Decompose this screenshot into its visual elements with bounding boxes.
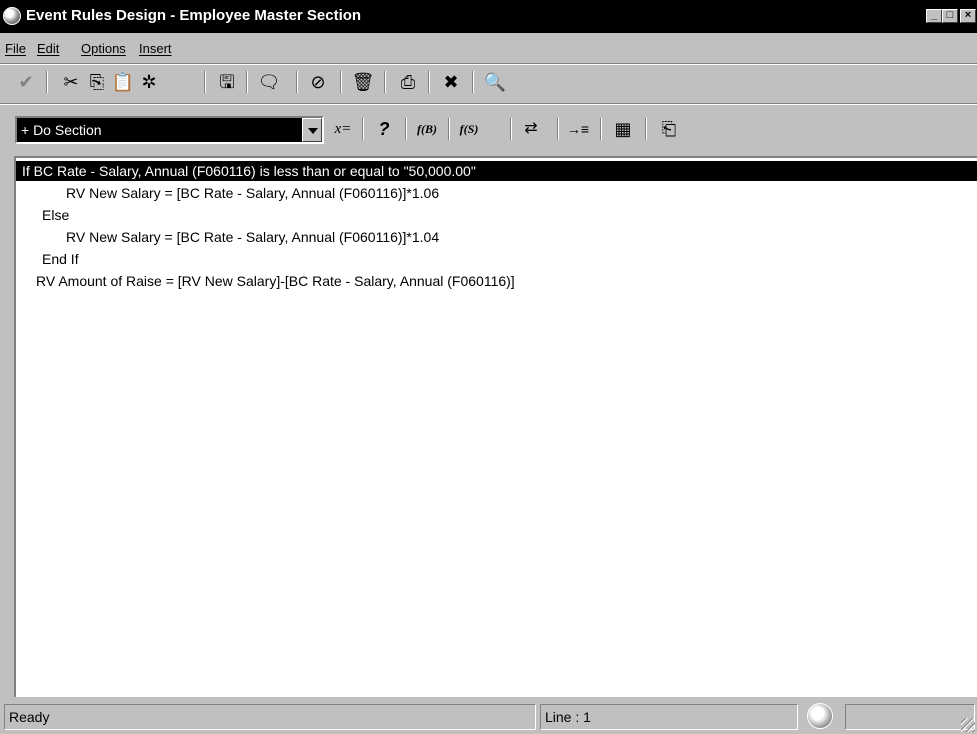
code-line-assign-2[interactable]: RV New Salary = [BC Rate - Salary, Annua… [66, 227, 439, 247]
copy-icon[interactable]: ⎘ [84, 69, 110, 95]
toolbar-separator [600, 118, 602, 140]
menu-file[interactable]: File [5, 41, 26, 56]
comment-icon[interactable]: 🗨 [256, 69, 282, 95]
disable-icon[interactable]: ⊘ [305, 69, 331, 95]
window-title: Event Rules Design - Employee Master Sec… [26, 7, 362, 24]
toolbar-separator [296, 71, 298, 93]
cancel-icon[interactable]: ✖ [438, 69, 464, 95]
toolbar-separator [557, 118, 559, 140]
code-line-assign-1[interactable]: RV New Salary = [BC Rate - Salary, Annua… [66, 183, 439, 203]
minimize-button[interactable]: _ [926, 9, 942, 23]
system-function-icon[interactable]: f(S) [456, 116, 482, 142]
business-function-icon[interactable]: f(B) [414, 116, 440, 142]
toolbar-separator [510, 118, 512, 140]
save-icon[interactable]: 🖫 [214, 69, 240, 95]
toolbar-separator [340, 71, 342, 93]
table-io-icon[interactable]: ▦ [610, 116, 636, 142]
status-line: Line : 1 [540, 704, 798, 730]
paste-special-icon[interactable]: ✲ [136, 69, 162, 95]
status-globe-icon [807, 703, 833, 729]
menu-bar: File Edit Options Insert [0, 36, 977, 60]
app-globe-icon[interactable] [3, 7, 21, 25]
toolbar-separator [448, 118, 450, 140]
toolbar-separator [428, 71, 430, 93]
checkmark-icon[interactable]: ✔ [13, 69, 39, 95]
code-line-else[interactable]: Else [42, 205, 69, 225]
toolbar-divider [0, 103, 977, 105]
toolbar-separator [362, 118, 364, 140]
event-rules-editor[interactable]: If BC Rate - Salary, Annual (F060116) is… [14, 156, 977, 697]
cut-icon[interactable]: ✂ [58, 69, 84, 95]
indent-icon[interactable]: →≡ [565, 116, 591, 142]
code-line-endif[interactable]: End If [42, 249, 79, 269]
toolbar-separator [384, 71, 386, 93]
menu-options[interactable]: Options [81, 41, 126, 56]
rules-toolbar: x= ? f(B) f(S) ⇄ →≡ ▦ ⎗ [0, 112, 977, 146]
toolbar-separator [204, 71, 206, 93]
search-icon[interactable]: 🔍 [482, 69, 508, 95]
form-interconnect-icon[interactable]: ⎗ [656, 116, 682, 142]
menu-edit[interactable]: Edit [37, 41, 59, 56]
toolbar-separator [645, 118, 647, 140]
title-bar: Event Rules Design - Employee Master Sec… [0, 0, 977, 33]
toolbar-separator [246, 71, 248, 93]
menu-insert[interactable]: Insert [139, 41, 172, 56]
maximize-button[interactable]: □ [942, 9, 958, 23]
toolbar-separator [405, 118, 407, 140]
assignment-icon[interactable]: x= [330, 116, 356, 142]
delete-icon[interactable]: 🗑 [350, 69, 376, 95]
close-button[interactable]: × [960, 9, 976, 23]
variables-icon[interactable]: ⇄ [518, 116, 544, 142]
status-message: Ready [4, 704, 536, 730]
main-toolbar: ✔ ✂ ⎘ 📋 ✲ 🖫 🗨 ⊘ 🗑 ⎙ ✖ 🔍 [0, 65, 977, 99]
print-icon[interactable]: ⎙ [395, 69, 421, 95]
toolbar-separator [46, 71, 48, 93]
paste-icon[interactable]: 📋 [110, 69, 136, 95]
code-line-raise[interactable]: RV Amount of Raise = [RV New Salary]-[BC… [36, 271, 515, 291]
toolbar-separator [472, 71, 474, 93]
resize-grip[interactable] [961, 718, 975, 732]
status-extra-pane [845, 704, 975, 730]
code-line-if[interactable]: If BC Rate - Salary, Annual (F060116) is… [16, 161, 977, 181]
if-condition-icon[interactable]: ? [371, 116, 397, 142]
